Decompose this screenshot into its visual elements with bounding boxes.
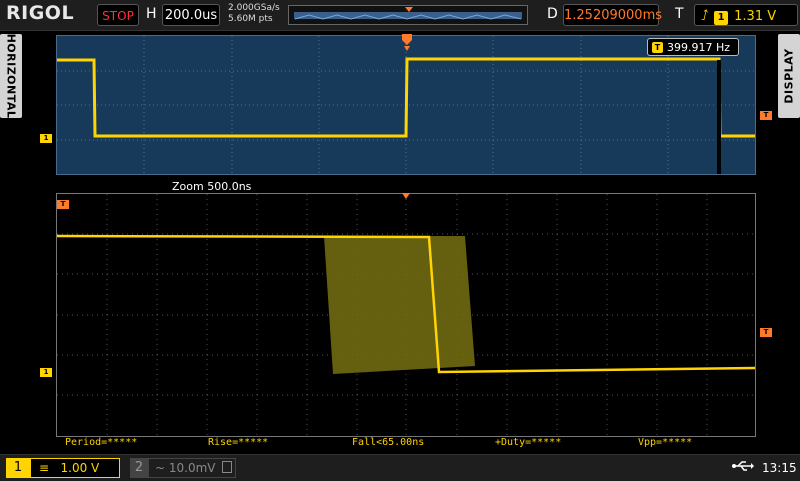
trigger-level-marker-main[interactable]: T — [760, 111, 772, 120]
measure-period[interactable]: Period=***** — [65, 437, 137, 448]
rising-edge-icon: ⭜ — [701, 8, 709, 24]
trigger-type-label: T — [675, 6, 684, 22]
ch1-settings[interactable]: ≡ 1.00 V — [30, 458, 120, 478]
memory-waveform-preview — [294, 7, 522, 20]
ch1-offset-marker-zoom[interactable]: 1 — [40, 368, 52, 377]
bottom-channel-bar: 1 ≡ 1.00 V 2 ~ 10.0mV 13:15 — [0, 454, 800, 481]
zoom-timebase-window[interactable] — [56, 193, 756, 437]
frequency-source-badge: T — [652, 42, 663, 53]
horizontal-scale-value[interactable]: 200.0us — [162, 4, 220, 26]
trigger-settings[interactable]: ⭜ 1 1.31 V — [694, 4, 798, 26]
frequency-counter[interactable]: T 399.917 Hz — [647, 38, 739, 56]
display-menu-tab[interactable]: DISPLAY — [778, 34, 800, 118]
sample-rate: 2.000GSa/s — [228, 3, 280, 13]
ch1-button[interactable]: 1 — [6, 458, 30, 478]
ac-coupling-icon: ~ — [155, 461, 166, 475]
delay-label: D — [547, 6, 558, 22]
zoom-scale-label: Zoom 500.0ns — [172, 180, 252, 193]
measure-rise[interactable]: Rise=***** — [208, 437, 268, 448]
memory-position-bar[interactable] — [288, 5, 528, 25]
trigger-source-badge: 1 — [714, 11, 729, 25]
main-waveform-plot — [57, 36, 755, 174]
measure-duty[interactable]: +Duty=***** — [495, 437, 561, 448]
measure-vpp[interactable]: Vpp=***** — [638, 437, 692, 448]
ch1-scale-value: 1.00 V — [60, 461, 100, 475]
frequency-value: 399.917 Hz — [667, 41, 731, 54]
trigger-level-value: 1.31 V — [734, 9, 777, 24]
measure-fall[interactable]: Fall<65.00ns — [352, 437, 424, 448]
horizontal-tab-label: HORIZONTAL — [4, 33, 18, 119]
bandwidth-limit-icon — [222, 461, 233, 473]
system-clock: 13:15 — [762, 461, 797, 475]
ch1-persistence-envelope — [324, 236, 475, 374]
display-tab-label: DISPLAY — [782, 48, 796, 104]
memory-depth: 5.60M pts — [228, 14, 273, 24]
trigger-position-icon — [405, 7, 413, 12]
measurement-bar: Period=***** Rise=***** Fall<65.00ns +Du… — [0, 437, 800, 451]
ch2-scale-value: 10.0mV — [168, 461, 216, 475]
top-status-bar: RIGOL STOP H 200.0us 2.000GSa/s 5.60M pt… — [0, 0, 800, 31]
zoom-waveform-plot — [57, 194, 755, 436]
horizontal-scale-label: H — [146, 6, 157, 22]
brand-logo: RIGOL — [6, 2, 75, 24]
trigger-marker-zoom-left: T — [57, 200, 69, 209]
run-stop-status[interactable]: STOP — [97, 4, 139, 26]
delay-value[interactable]: 1.25209000ms — [563, 4, 662, 26]
trigger-level-marker-zoom[interactable]: T — [760, 328, 772, 337]
acquisition-info: 2.000GSa/s 5.60M pts — [228, 3, 280, 25]
main-timebase-window[interactable]: T 399.917 Hz — [56, 35, 756, 175]
ch2-settings[interactable]: ~ 10.0mV — [148, 458, 236, 478]
horizontal-menu-tab[interactable]: HORIZONTAL — [0, 34, 22, 118]
ch1-offset-marker-main[interactable]: 1 — [40, 134, 52, 143]
memory-end-marker — [717, 60, 721, 174]
ch2-button[interactable]: 2 — [130, 458, 148, 478]
dc-coupling-icon: ≡ — [39, 461, 50, 475]
